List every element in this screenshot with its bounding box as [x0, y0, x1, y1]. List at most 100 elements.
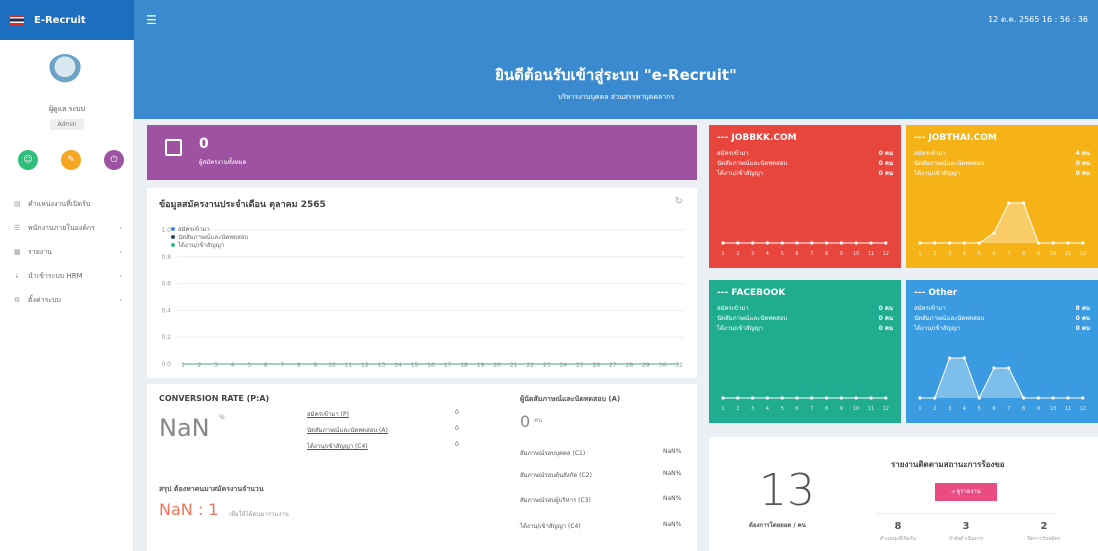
- source-row-label: นัดสัมภาษณ์และนัดทดสอบ: [914, 160, 985, 167]
- source-row-value: 0 คน: [1075, 325, 1090, 332]
- trend-point: [1036, 396, 1040, 400]
- source-row-label: สมัครเข้ามา: [717, 150, 749, 157]
- source-row: ได้งาน/เข้าสัญญา 0 คน: [914, 169, 1090, 179]
- x-tick-label: 3: [214, 362, 218, 369]
- trend-point: [1051, 396, 1055, 400]
- trend-tick-label: 5: [781, 406, 784, 412]
- trend-point: [977, 396, 981, 400]
- trend-tick-label: 3: [751, 406, 754, 412]
- trend-tick-label: 2: [933, 251, 936, 257]
- x-tick-label: 5: [247, 362, 251, 369]
- trend-tick-label: 11: [1065, 406, 1071, 412]
- trend-point: [765, 241, 769, 245]
- source-row-label: สมัครเข้ามา: [914, 150, 946, 157]
- trend-point: [810, 241, 814, 245]
- source-row-value: 0 คน: [1075, 170, 1090, 177]
- interview-row-value: NaN%: [663, 495, 682, 502]
- top-bar: [0, 0, 1098, 40]
- gear-icon: ⚙: [14, 296, 21, 304]
- trend-point: [977, 241, 981, 245]
- y-tick-label: 0.6: [161, 281, 171, 288]
- sidebar-item-reports[interactable]: ▦ รายงาน ›: [0, 240, 134, 264]
- trend-point: [765, 396, 769, 400]
- x-tick-label: 31: [675, 362, 683, 369]
- y-tick-label: 1.0: [161, 227, 171, 234]
- profile-button[interactable]: ☺: [18, 150, 38, 170]
- trend-tick-label: 6: [992, 251, 995, 257]
- source-title: --- FACEBOOK: [717, 288, 786, 298]
- trend-tick-label: 6: [992, 406, 995, 412]
- trend-point: [825, 241, 829, 245]
- sidebar-item-positions[interactable]: ▤ คำแหน่งงานที่เปิดรับ: [0, 192, 134, 216]
- power-button[interactable]: ⏻: [104, 150, 124, 170]
- source-row-label: สมัครเข้ามา: [914, 305, 946, 312]
- interview-row-label: สัมภาษณ์รอบต้นสังกัด (C2): [520, 472, 592, 479]
- conversion-row-label[interactable]: ได้งาน/เข้าสัญญา (C4): [307, 441, 368, 451]
- sidebar-item-hrm-import[interactable]: ⇣ นำเข้าระบบ HRM ›: [0, 264, 134, 288]
- trend-tick-label: 2: [933, 406, 936, 412]
- stat-label: ปิดการรับสมัคร: [1027, 536, 1061, 542]
- edit-button[interactable]: ✎: [61, 150, 81, 170]
- trend-tick-label: 7: [1007, 251, 1010, 257]
- summary-title: สรุป ต้องหาคนมาสมัครงานจำนวน: [159, 485, 264, 493]
- trend-point: [839, 241, 843, 245]
- trend-tick-label: 4: [766, 406, 769, 412]
- sidebar-item-employees[interactable]: ☰ พนักงานภายในองค์กร ›: [0, 216, 134, 240]
- trend-tick-label: 9: [1037, 251, 1040, 257]
- trend-point: [948, 356, 952, 360]
- trend-point: [795, 241, 799, 245]
- trend-point: [869, 396, 873, 400]
- brand[interactable]: E-Recruit: [0, 0, 134, 40]
- x-tick-label: 16: [427, 362, 435, 369]
- source-row: นัดสัมภาษณ์และนัดทดสอบ 0 คน: [717, 159, 893, 169]
- trend-point: [1007, 201, 1011, 205]
- trend-tick-label: 6: [795, 251, 798, 257]
- trend-tick-label: 7: [1007, 406, 1010, 412]
- sidebar-item-settings[interactable]: ⚙ ตั้งค่าระบบ ›: [0, 288, 134, 312]
- source-row: ได้งาน/เข้าสัญญา 0 คน: [717, 324, 893, 334]
- trend-point: [933, 241, 937, 245]
- monthly-chart: 1.00.80.60.40.20.0 1 2 3 4 5 6 7 8 9 10 11 12 13 14 15 1…: [161, 226, 685, 369]
- x-tick-label: 6: [264, 362, 268, 369]
- trend-point: [1036, 241, 1040, 245]
- applicants-card[interactable]: 0 ผู้สมัครงานทั้งหมด: [147, 125, 697, 180]
- interview-row-label: ได้งาน/เข้าสัญญา (C4): [520, 523, 581, 530]
- source-row-label: ได้งาน/เข้าสัญญา: [717, 170, 764, 177]
- view-report-button[interactable]: ⩘ ดูรายงาน: [935, 483, 997, 501]
- trend-point: [918, 241, 922, 245]
- summary-value: NaN : 1: [159, 500, 219, 519]
- menu-toggle-icon[interactable]: ☰: [146, 13, 157, 27]
- trend-tick-label: 8: [1022, 406, 1025, 412]
- trend-point: [918, 396, 922, 400]
- interview-row-label: สัมภาษณ์รอบบุคคล (C1): [520, 450, 586, 457]
- conversion-row-label[interactable]: นัดสัมภาษณ์และนัดทดสอบ (A): [307, 425, 388, 435]
- monthly-chart-panel: ข้อมูลสมัครงานประจำเดือน ตุลาคม 2565 ↻ 1…: [147, 188, 697, 378]
- trend-tick-label: 5: [978, 251, 981, 257]
- request-status-title: รายงานติดตามสถานะการร้องขอ: [891, 460, 1005, 469]
- trend-point: [962, 356, 966, 360]
- user-role: Admin: [50, 119, 84, 130]
- interview-row-label: สัมภาษณ์รอบผู้บริหาร (C3): [520, 497, 591, 504]
- source-title: --- JOBBKK.COM: [717, 133, 797, 143]
- trend-tick-label: 3: [948, 406, 951, 412]
- source-row-value: 0 คน: [878, 305, 893, 312]
- x-tick-label: 10: [328, 362, 336, 369]
- legend-label: สมัครเข้ามา: [178, 226, 210, 233]
- x-tick-label: 12: [361, 362, 369, 369]
- trend-tick-label: 10: [1050, 406, 1056, 412]
- interview-count: 0: [520, 412, 531, 431]
- trend-tick-label: 3: [948, 251, 951, 257]
- source-row-label: นัดสัมภาษณ์และนัดทดสอบ: [717, 315, 788, 322]
- trend-tick-label: 5: [978, 406, 981, 412]
- conversion-value: NaN: [159, 414, 210, 442]
- conversion-row-label[interactable]: สมัครเข้ามา (P): [307, 409, 349, 419]
- required-label: ต้องการโดยยอด / คน: [749, 522, 806, 529]
- interview-row-value: NaN%: [663, 521, 682, 528]
- sidebar-item-label: พนักงานภายในองค์กร: [28, 223, 95, 232]
- conversion-row-value: 0: [455, 441, 459, 448]
- legend-marker: [171, 227, 175, 231]
- trend-point: [992, 231, 996, 235]
- source-tile: --- JOBTHAI.COM สมัครเข้ามา 4 คน นัดสัมภาษณ…: [906, 125, 1098, 268]
- required-count: 13: [759, 465, 815, 516]
- source-row: ได้งาน/เข้าสัญญา 0 คน: [717, 169, 893, 179]
